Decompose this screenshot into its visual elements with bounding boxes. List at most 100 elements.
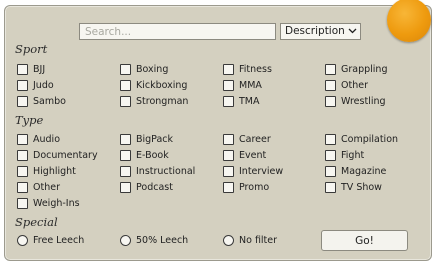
checkbox[interactable] — [325, 166, 336, 177]
filter-panel: Description Sport Type Special BJJ Boxing… — [4, 5, 432, 261]
option-label: Magazine — [341, 166, 387, 177]
sport-option-fitness[interactable]: Fitness — [223, 62, 272, 77]
option-label: TMA — [239, 96, 260, 107]
special-option-50-leech[interactable]: 50% Leech — [120, 233, 188, 248]
radio-button[interactable] — [223, 235, 234, 246]
search-field-select[interactable]: Description — [280, 23, 361, 40]
sport-option-judo[interactable]: Judo — [17, 78, 54, 93]
checkbox[interactable] — [325, 80, 336, 91]
option-label: Instructional — [136, 166, 196, 177]
go-button[interactable]: Go! — [321, 230, 408, 251]
option-label: BigPack — [136, 134, 174, 145]
type-option-weigh-ins[interactable]: Weigh-Ins — [17, 196, 80, 211]
checkbox[interactable] — [325, 150, 336, 161]
checkbox[interactable] — [17, 80, 28, 91]
checkbox[interactable] — [120, 150, 131, 161]
radio-button[interactable] — [120, 235, 131, 246]
special-option-free-leech[interactable]: Free Leech — [17, 233, 84, 248]
sport-option-tma[interactable]: TMA — [223, 94, 260, 109]
option-label: Documentary — [33, 150, 98, 161]
checkbox[interactable] — [120, 182, 131, 193]
checkbox[interactable] — [325, 134, 336, 145]
type-option-e-book[interactable]: E-Book — [120, 148, 169, 163]
checkbox[interactable] — [223, 96, 234, 107]
radio-button[interactable] — [17, 235, 28, 246]
option-label: BJJ — [33, 64, 46, 75]
option-label: Interview — [239, 166, 284, 177]
option-label: Fitness — [239, 64, 272, 75]
sport-option-other[interactable]: Other — [325, 78, 368, 93]
checkbox[interactable] — [17, 166, 28, 177]
sport-option-strongman[interactable]: Strongman — [120, 94, 188, 109]
checkbox[interactable] — [17, 150, 28, 161]
checkbox[interactable] — [223, 166, 234, 177]
sport-option-grappling[interactable]: Grappling — [325, 62, 387, 77]
option-label: Kickboxing — [136, 80, 188, 91]
option-label: No filter — [239, 235, 278, 246]
type-option-career[interactable]: Career — [223, 132, 271, 147]
checkbox[interactable] — [17, 182, 28, 193]
type-option-fight[interactable]: Fight — [325, 148, 364, 163]
sport-option-mma[interactable]: MMA — [223, 78, 262, 93]
type-option-compilation[interactable]: Compilation — [325, 132, 398, 147]
option-label: Sambo — [33, 96, 66, 107]
sport-option-sambo[interactable]: Sambo — [17, 94, 66, 109]
checkbox[interactable] — [17, 134, 28, 145]
sport-option-kickboxing[interactable]: Kickboxing — [120, 78, 187, 93]
special-option-no-filter[interactable]: No filter — [223, 233, 277, 248]
option-label: Career — [239, 134, 271, 145]
checkbox[interactable] — [120, 134, 131, 145]
checkbox[interactable] — [325, 96, 336, 107]
section-special-heading: Special — [15, 215, 58, 229]
type-option-event[interactable]: Event — [223, 148, 266, 163]
search-input[interactable] — [79, 23, 276, 40]
sport-option-wrestling[interactable]: Wrestling — [325, 94, 386, 109]
type-option-instructional[interactable]: Instructional — [120, 164, 195, 179]
option-label: Wrestling — [341, 96, 386, 107]
type-option-documentary[interactable]: Documentary — [17, 148, 98, 163]
option-label: Fight — [341, 150, 365, 161]
sport-option-bjj[interactable]: BJJ — [17, 62, 45, 77]
option-label: Grappling — [341, 64, 388, 75]
option-label: Other — [33, 182, 60, 193]
type-option-highlight[interactable]: Highlight — [17, 164, 76, 179]
type-option-promo[interactable]: Promo — [223, 180, 269, 195]
checkbox[interactable] — [120, 80, 131, 91]
go-button-label: Go! — [355, 234, 374, 247]
type-option-interview[interactable]: Interview — [223, 164, 283, 179]
option-label: MMA — [239, 80, 262, 91]
option-label: TV Show — [341, 182, 382, 193]
checkbox[interactable] — [17, 198, 28, 209]
type-option-audio[interactable]: Audio — [17, 132, 60, 147]
checkbox[interactable] — [325, 64, 336, 75]
checkbox[interactable] — [17, 96, 28, 107]
type-option-bigpack[interactable]: BigPack — [120, 132, 173, 147]
checkbox[interactable] — [325, 182, 336, 193]
checkbox[interactable] — [120, 96, 131, 107]
checkbox[interactable] — [223, 64, 234, 75]
option-label: Podcast — [136, 182, 173, 193]
option-label: Strongman — [136, 96, 189, 107]
checkbox[interactable] — [120, 64, 131, 75]
orange-orb-icon[interactable] — [387, 0, 431, 42]
option-label: E-Book — [136, 150, 169, 161]
option-label: Other — [341, 80, 368, 91]
option-label: Compilation — [341, 134, 399, 145]
option-label: Free Leech — [33, 235, 85, 246]
type-option-other[interactable]: Other — [17, 180, 60, 195]
option-label: Audio — [33, 134, 61, 145]
checkbox[interactable] — [17, 64, 28, 75]
sport-option-boxing[interactable]: Boxing — [120, 62, 168, 77]
checkbox[interactable] — [223, 80, 234, 91]
type-option-magazine[interactable]: Magazine — [325, 164, 386, 179]
option-label: Weigh-Ins — [33, 198, 80, 209]
checkbox[interactable] — [120, 166, 131, 177]
type-option-podcast[interactable]: Podcast — [120, 180, 173, 195]
checkbox[interactable] — [223, 150, 234, 161]
section-sport-heading: Sport — [15, 42, 48, 56]
checkbox[interactable] — [223, 182, 234, 193]
option-label: Event — [239, 150, 267, 161]
checkbox[interactable] — [223, 134, 234, 145]
type-option-tv-show[interactable]: TV Show — [325, 180, 382, 195]
search-field-selected: Description — [285, 25, 345, 37]
